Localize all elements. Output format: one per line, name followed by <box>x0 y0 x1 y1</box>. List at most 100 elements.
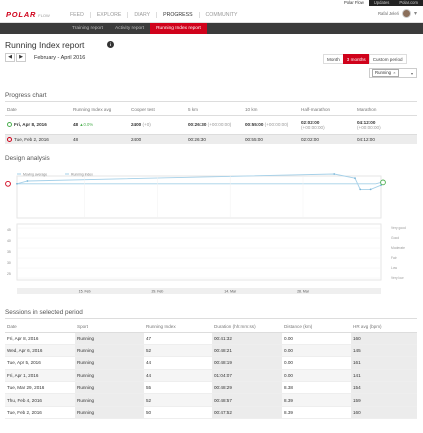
legend-label: Running Index <box>71 173 93 177</box>
km5-change: (+00:00:00) <box>207 122 232 127</box>
session-hr-avg: 160 <box>351 406 417 420</box>
user-menu-chevron-down-icon[interactable]: ▾ <box>414 10 417 17</box>
end-marker <box>380 179 386 186</box>
x-tick-label: 15. Feb <box>79 289 91 293</box>
session-distance: 0.00 <box>282 332 351 345</box>
progress-cell-date: Fri, Apr 8, 2016 <box>5 115 71 135</box>
table-row[interactable]: Tue, Mar 29, 2016 Running 55 00:48:29 8.38 15… <box>5 381 417 395</box>
y-tick-label: 35 <box>7 250 11 254</box>
table-row[interactable]: Tue, Apr 5, 2016 Running 44 00:48:19 0.00 161 <box>5 356 417 370</box>
session-distance: 0.00 <box>282 344 351 358</box>
col-half-marathon: Half-marathon <box>299 105 355 116</box>
zone-label: Moderate <box>391 246 405 250</box>
session-hr-avg: 160 <box>351 332 417 345</box>
polar-flow-logo[interactable]: POLAR FLOW <box>6 10 50 19</box>
session-date: Fri, Apr 1, 2016 <box>5 369 75 383</box>
col-sport: Sport <box>75 322 144 333</box>
start-marker <box>5 180 11 187</box>
running-index-point <box>369 188 372 191</box>
prev-period-button[interactable]: ◀ <box>5 53 15 62</box>
sub-navbar: Training report Activity report Running … <box>0 23 423 34</box>
session-sport: Running <box>75 332 144 345</box>
nav-item-community[interactable]: COMMUNITY <box>198 12 244 18</box>
session-hr-avg: 145 <box>351 344 417 358</box>
running-index-chart: Moving average Running Index Very good Good… <box>5 173 406 294</box>
zone-label: Low <box>391 266 398 270</box>
progress-table-header: Date Running Index avg Cooper test 5 km … <box>5 105 417 116</box>
col-distance: Distance (km) <box>282 322 351 333</box>
period-month-button[interactable]: Month <box>323 54 344 64</box>
x-tick-label: 29. Feb <box>151 289 163 293</box>
progress-cell-marathon: 04:12:00 (+00:00:00) <box>355 115 417 135</box>
session-distance: 0.00 <box>282 356 351 370</box>
divider <box>5 318 417 319</box>
avatar[interactable] <box>401 9 411 18</box>
info-icon[interactable]: i <box>107 41 114 48</box>
user-menu[interactable]: Rafal Jeleń ▾ <box>378 9 417 18</box>
period-custom-button[interactable]: Custom period <box>368 54 407 64</box>
table-row[interactable]: Thu, Feb 4, 2016 Running 52 00:48:57 8.39 159 <box>5 393 417 407</box>
cooper-value: 2400 <box>131 122 142 127</box>
col-5km: 5 km <box>186 105 243 116</box>
tab-training-report[interactable]: Training report <box>66 23 109 34</box>
legend-label: Moving average <box>23 173 47 177</box>
report-tabs: Training report Activity report Running … <box>66 23 207 34</box>
table-row[interactable]: Wed, Apr 6, 2016 Running 52 00:48:21 0.00 145 <box>5 344 417 358</box>
cooper-change: (+0) <box>142 122 151 127</box>
period-pager: ◀ ▶ <box>5 53 26 62</box>
user-name[interactable]: Rafal Jeleń <box>378 11 399 16</box>
zone-plot-area <box>16 223 382 281</box>
y-tick-label: 40 <box>7 239 11 243</box>
session-date: Tue, Feb 2, 2016 <box>5 406 75 420</box>
sport-filter-tag[interactable]: Running × <box>372 69 399 77</box>
marathon-change: (+00:00:00) <box>357 124 381 130</box>
session-sport: Running <box>75 381 144 395</box>
tab-activity-report[interactable]: Activity report <box>109 23 150 34</box>
next-period-button[interactable]: ▶ <box>16 53 26 62</box>
logo-text: POLAR <box>6 10 37 19</box>
progress-row-latest: Fri, Apr 8, 2016 48 ▲0.0% 2400 (+0) 00:2… <box>5 115 417 135</box>
session-duration: 01:04:07 <box>212 369 282 383</box>
session-sport: Running <box>75 406 144 420</box>
tab-running-index-report[interactable]: Running Index report <box>150 23 207 34</box>
col-running-index: Running Index <box>144 322 212 333</box>
progress-cell-5km: 00:26:30 (+00:00:00) <box>186 115 243 135</box>
table-row[interactable]: Fri, Apr 8, 2016 Running 47 00:41:32 0.00 160 <box>5 332 417 345</box>
y-tick-label: 30 <box>7 261 11 265</box>
ri-change: ▲0.0% <box>79 122 94 127</box>
ri-value: 48 <box>73 122 79 127</box>
progress-cell-5km: 00:26:30 <box>186 134 243 144</box>
main-navbar: POLAR FLOW FEED EXPLORE DIARY PROGRESS CO… <box>0 6 423 23</box>
session-hr-avg: 141 <box>351 369 417 383</box>
nav-item-diary[interactable]: DIARY <box>127 12 156 18</box>
session-running-index: 52 <box>144 344 212 358</box>
km5-value: 00:26:30 <box>188 122 207 127</box>
sessions-table: Date Sport Running Index Duration (hh:mm… <box>5 322 417 420</box>
session-hr-avg: 159 <box>351 393 417 407</box>
upper-plot-area <box>16 175 382 219</box>
remove-sport-icon[interactable]: × <box>393 70 395 75</box>
nav-item-progress[interactable]: PROGRESS <box>156 12 198 18</box>
session-distance: 8.39 <box>282 393 351 407</box>
session-hr-avg: 161 <box>351 356 417 370</box>
period-3-months-button[interactable]: 3 months <box>342 54 370 64</box>
col-running-index-avg: Running Index avg <box>71 105 129 116</box>
progress-cell-10km: 00:55:00 <box>243 134 299 144</box>
nav-item-feed[interactable]: FEED <box>64 12 90 18</box>
progress-date: Fri, Apr 8, 2016 <box>14 121 47 127</box>
y-tick-label: 25 <box>7 272 11 276</box>
zone-label: Good <box>391 236 399 240</box>
running-index-point <box>16 182 18 185</box>
nav-item-explore[interactable]: EXPLORE <box>89 12 128 18</box>
col-marathon: Marathon <box>355 105 417 116</box>
latest-marker-icon <box>7 122 12 128</box>
divider <box>5 101 417 102</box>
col-hr-avg: HR avg (bpm) <box>351 322 417 333</box>
x-tick-label: 14. Mar <box>224 289 237 293</box>
chevron-down-icon[interactable]: ▾ <box>411 71 413 76</box>
table-row[interactable]: Fri, Apr 1, 2016 Running 44 01:04:07 0.00 141 <box>5 369 417 383</box>
sport-filter-select[interactable]: Running × ▾ <box>369 68 417 78</box>
progress-cell-ri: 48 ▲0.0% <box>71 115 129 135</box>
table-row[interactable]: Tue, Feb 2, 2016 Running 50 00:47:52 8.39 160 <box>5 406 417 420</box>
progress-cell-ri: 48 <box>71 134 129 144</box>
